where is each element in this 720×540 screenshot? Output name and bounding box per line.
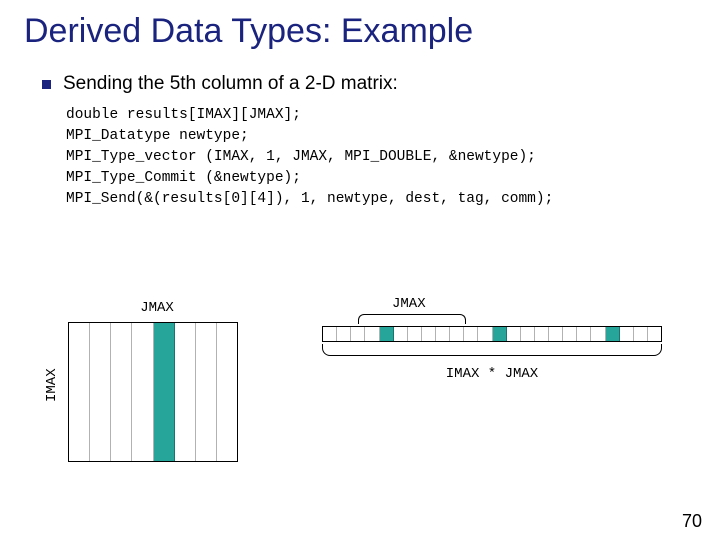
matrix-col xyxy=(132,323,153,461)
strip-top-brace: JMAX xyxy=(322,300,672,326)
strip-cell xyxy=(436,327,450,341)
strip-cell xyxy=(408,327,422,341)
strip-diagram: JMAX IMAX * JMAX xyxy=(322,300,672,382)
matrix-col xyxy=(217,323,237,461)
strip-cell xyxy=(591,327,605,341)
square-bullet-icon xyxy=(42,80,51,89)
strip-cell xyxy=(507,327,521,341)
matrix-col xyxy=(69,323,90,461)
strip-cell xyxy=(549,327,563,341)
strip-cell xyxy=(521,327,535,341)
strip-cells xyxy=(322,326,662,342)
slide-title: Derived Data Types: Example xyxy=(24,12,696,51)
matrix-col xyxy=(111,323,132,461)
code-block: double results[IMAX][JMAX]; MPI_Datatype… xyxy=(66,105,696,210)
strip-cell-highlight xyxy=(380,327,394,341)
strip-cell-highlight xyxy=(493,327,507,341)
strip-cell xyxy=(422,327,436,341)
slide: Derived Data Types: Example Sending the … xyxy=(0,0,720,540)
strip-cell xyxy=(351,327,365,341)
brace-icon xyxy=(358,314,466,324)
matrix-col xyxy=(175,323,196,461)
page-number: 70 xyxy=(682,511,702,532)
bullet-item: Sending the 5th column of a 2-D matrix: xyxy=(42,73,696,95)
strip-cell xyxy=(323,327,337,341)
strip-cell xyxy=(337,327,351,341)
matrix-jmax-label: JMAX xyxy=(72,300,242,316)
matrix-col-highlight xyxy=(154,323,175,461)
strip-cell xyxy=(648,327,661,341)
strip-cell xyxy=(634,327,648,341)
strip-cell xyxy=(620,327,634,341)
matrix-diagram: JMAX IMAX xyxy=(42,300,252,462)
strip-cell-highlight xyxy=(606,327,620,341)
strip-cell xyxy=(478,327,492,341)
diagrams-area: JMAX IMAX JMAX IMAX * JMAX xyxy=(42,300,682,490)
strip-bottom-label: IMAX * JMAX xyxy=(322,366,662,382)
matrix-col xyxy=(196,323,217,461)
strip-cell xyxy=(450,327,464,341)
strip-cell xyxy=(394,327,408,341)
strip-cell xyxy=(577,327,591,341)
strip-cell xyxy=(563,327,577,341)
strip-bottom-brace xyxy=(322,342,672,364)
matrix-col xyxy=(90,323,111,461)
matrix-imax-label: IMAX xyxy=(44,382,60,402)
strip-cell xyxy=(535,327,549,341)
strip-cell xyxy=(365,327,379,341)
strip-cell xyxy=(464,327,478,341)
bullet-text: Sending the 5th column of a 2-D matrix: xyxy=(63,73,398,95)
brace-icon xyxy=(322,344,662,356)
matrix-grid xyxy=(68,322,238,462)
strip-jmax-label: JMAX xyxy=(392,296,426,312)
